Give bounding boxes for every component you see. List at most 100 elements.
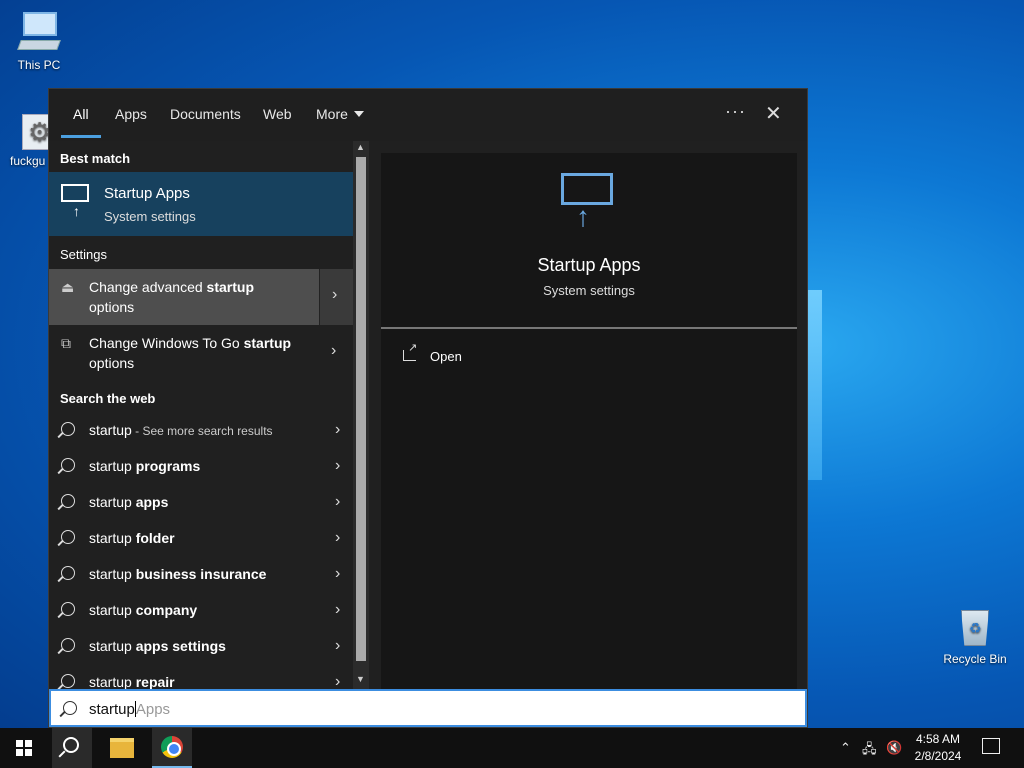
start-button[interactable] (0, 728, 48, 768)
open-label: Open (430, 349, 462, 364)
web-result-label: startup programs (89, 458, 201, 474)
best-match-header: Best match (60, 151, 131, 166)
arrow-up-icon: ↑ (73, 203, 80, 219)
network-icon[interactable]: 🖧 (862, 740, 877, 762)
clock[interactable]: 4:58 AM 2/8/2024 (906, 731, 970, 765)
scroll-down-icon[interactable]: ▼ (356, 674, 365, 684)
chevron-right-icon: › (335, 601, 341, 618)
close-icon[interactable]: ✕ (765, 101, 782, 126)
best-match-subtitle: System settings (104, 209, 196, 224)
taskbar: ⌃ 🖧 🔇 4:58 AM 2/8/2024 (0, 728, 1024, 768)
taskbar-search-button[interactable] (52, 728, 92, 768)
search-tabs-bar: All Apps Documents Web More ··· ✕ (49, 89, 807, 141)
search-icon (61, 494, 75, 508)
desktop-icon-label: This PC (17, 58, 61, 72)
settings-item-advanced-startup[interactable]: ⏏ Change advanced startup options › (49, 269, 353, 325)
web-result-label: startup folder (89, 530, 175, 546)
results-scrollbar[interactable]: ▲ ▼ (353, 141, 369, 689)
preview-pane: ↑ Startup Apps System settings Open (381, 153, 797, 689)
settings-item-expand[interactable]: › (319, 325, 353, 381)
tab-all[interactable]: All (73, 106, 89, 122)
open-action[interactable]: Open (403, 341, 462, 364)
web-result-item[interactable]: startup repair › (49, 665, 353, 689)
tab-more-label: More (316, 106, 348, 122)
monitor-icon (61, 184, 89, 202)
search-input[interactable]: startupApps (49, 689, 807, 727)
web-result-item[interactable]: startup folder › (49, 521, 353, 557)
web-result-item[interactable]: startup - See more search results › (49, 413, 353, 449)
wallpaper-logo-glow (808, 290, 822, 480)
chevron-right-icon: › (335, 421, 341, 438)
settings-item-label: Change Windows To Go startup options (89, 335, 292, 371)
web-result-label: startup company (89, 602, 198, 618)
search-web-header: Search the web (60, 391, 156, 406)
search-suggestion: Apps (135, 701, 171, 718)
computer-icon (17, 10, 61, 54)
desktop-icon-this-pc[interactable]: This PC (4, 10, 74, 72)
chrome-icon (161, 736, 183, 758)
chevron-right-icon: › (335, 637, 341, 654)
web-result-item[interactable]: startup apps › (49, 485, 353, 521)
windows-to-go-icon: ⧉ (61, 335, 71, 351)
web-result-item[interactable]: startup apps settings › (49, 629, 353, 665)
desktop-icon-fuckgu[interactable]: fuckgu (4, 114, 48, 168)
divider (381, 327, 797, 329)
settings-item-windows-to-go[interactable]: ⧉ Change Windows To Go startup options › (49, 325, 353, 381)
web-result-label: startup business insurance (89, 566, 267, 582)
chevron-right-icon: › (335, 457, 341, 474)
best-match-item[interactable]: ↑ Startup Apps System settings (49, 172, 353, 236)
best-match-title: Startup Apps (104, 185, 190, 202)
tab-more[interactable]: More (316, 106, 364, 122)
web-result-label: startup - See more search results (89, 422, 273, 438)
settings-item-label: Change advanced startup options (89, 279, 254, 315)
recovery-icon: ⏏ (61, 279, 75, 295)
search-icon (61, 674, 75, 688)
search-icon (61, 566, 75, 580)
chevron-right-icon: › (335, 529, 341, 546)
web-result-item[interactable]: startup business insurance › (49, 557, 353, 593)
arrow-up-icon: ↑ (576, 201, 590, 232)
ellipsis-icon[interactable]: ··· (725, 101, 746, 122)
desktop-icon-recycle-bin[interactable]: ♻ Recycle Bin (940, 604, 1010, 666)
file-explorer-icon[interactable] (110, 738, 134, 758)
tab-apps[interactable]: Apps (115, 106, 147, 122)
scrollbar-thumb[interactable] (356, 157, 366, 661)
web-result-item[interactable]: startup programs › (49, 449, 353, 485)
preview-subtitle: System settings (543, 283, 635, 298)
search-icon (61, 602, 75, 616)
volume-muted-icon[interactable]: 🔇 (886, 740, 902, 756)
tab-web[interactable]: Web (263, 106, 292, 122)
search-icon (61, 458, 75, 472)
results-list: Best match ↑ Startup Apps System setting… (49, 141, 353, 689)
chevron-right-icon: › (332, 286, 338, 303)
settings-item-expand[interactable]: › (319, 269, 353, 325)
desktop-icon-label: Recycle Bin (943, 652, 1007, 666)
active-tab-indicator (61, 135, 101, 138)
web-result-label: startup apps settings (89, 638, 226, 654)
web-result-label: startup apps (89, 494, 169, 510)
chevron-down-icon (353, 111, 364, 117)
chevron-right-icon: › (335, 493, 341, 510)
chevron-right-icon: › (335, 565, 341, 582)
search-icon (61, 422, 75, 436)
search-icon (61, 530, 75, 544)
chrome-taskbar-button[interactable] (152, 728, 192, 768)
clock-time: 4:58 AM (915, 732, 961, 746)
tab-documents[interactable]: Documents (170, 106, 241, 122)
chevron-up-icon[interactable]: ⌃ (840, 740, 851, 756)
search-icon (63, 701, 77, 715)
scroll-up-icon[interactable]: ▲ (356, 142, 365, 152)
start-search-panel: All Apps Documents Web More ··· ✕ Best m… (48, 88, 808, 728)
notification-icon[interactable] (982, 738, 1000, 754)
search-icon (63, 737, 79, 753)
windows-logo-icon (16, 740, 32, 756)
desktop-icon-label: fuckgu (10, 154, 46, 168)
open-icon (403, 341, 417, 361)
preview-title: Startup Apps (537, 255, 641, 275)
settings-header: Settings (60, 247, 107, 262)
recycle-bin-icon: ♻ (957, 604, 993, 648)
web-result-item[interactable]: startup company › (49, 593, 353, 629)
chevron-right-icon: › (335, 673, 341, 689)
search-query: startupApps (89, 701, 171, 718)
clock-date: 2/8/2024 (914, 749, 962, 763)
